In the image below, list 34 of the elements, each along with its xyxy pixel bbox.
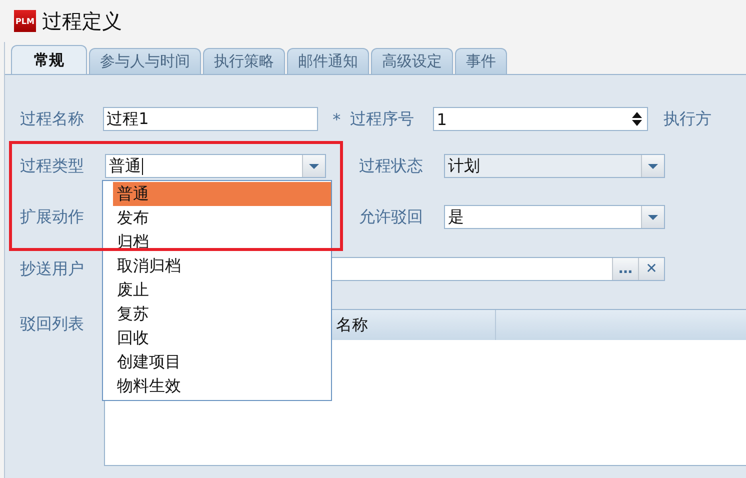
window-title: 过程定义 (42, 8, 122, 34)
field-label: 过程序号 (350, 108, 416, 130)
dropdown-option[interactable]: 废止 (113, 278, 331, 302)
field-label: 驳回列表 (20, 314, 85, 334)
app-logo: PLM (14, 10, 36, 32)
field-label: 允许驳回 (359, 206, 424, 228)
field-label: 过程类型 (20, 156, 85, 176)
dropdown-option[interactable]: 发布 (113, 206, 331, 230)
allow-reject-combobox[interactable]: 是 (444, 205, 665, 229)
tab[interactable]: 高级设定 (371, 48, 453, 74)
field-label: 扩展动作 (20, 206, 85, 228)
dropdown-option[interactable]: 物料生效 (113, 374, 331, 398)
required-mark: * (332, 110, 342, 128)
field-label: 过程状态 (359, 156, 424, 176)
tab[interactable]: 邮件通知 (287, 48, 369, 74)
clear-button[interactable]: ✕ (638, 258, 664, 280)
dropdown-option[interactable]: 创建项目 (113, 350, 331, 374)
field-label: 抄送用户 (20, 258, 85, 280)
tab[interactable]: 执行策略 (203, 48, 285, 74)
dropdown-option[interactable]: 复苏 (113, 302, 331, 326)
dropdown-option[interactable]: 回收 (113, 326, 331, 350)
process-type-combobox[interactable]: 普通 (105, 154, 326, 178)
process-status-combobox[interactable]: 计划 (444, 154, 665, 178)
dropdown-option[interactable]: 取消归档 (113, 254, 331, 278)
tab[interactable]: 事件 (455, 48, 507, 74)
dropdown-option[interactable]: 归档 (113, 230, 331, 254)
process-number-spinner[interactable]: 1 (432, 107, 648, 131)
dropdown-option[interactable]: 普通 (113, 182, 331, 206)
field-label: 执行方 (663, 108, 712, 130)
tab[interactable]: 常规 (11, 45, 87, 74)
process-name-input[interactable]: 过程1 (102, 107, 318, 131)
tab[interactable]: 参与人与时间 (89, 48, 201, 74)
field-label: 过程名称 (20, 108, 85, 130)
browse-button[interactable]: … (612, 258, 638, 280)
